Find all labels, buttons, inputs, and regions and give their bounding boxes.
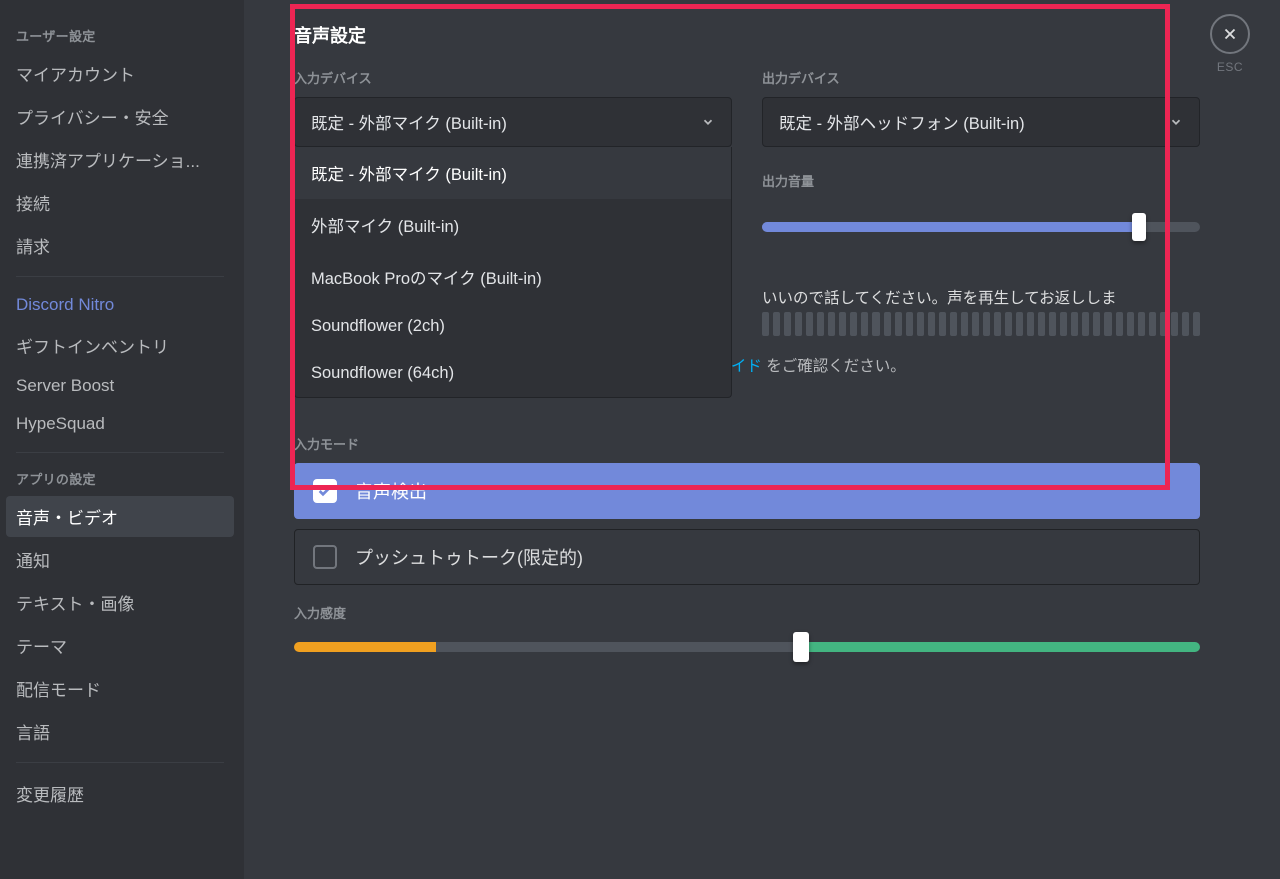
close-icon [1221, 25, 1239, 43]
output-volume-label: 出力音量 [762, 171, 1200, 190]
input-mode-label: 入力モード [294, 434, 1200, 453]
input-device-option[interactable]: 既定 - 外部マイク (Built-in) [295, 147, 731, 199]
slider-fill [762, 222, 1139, 232]
input-device-select[interactable]: 既定 - 外部マイク (Built-in) [294, 97, 732, 147]
checkbox-unchecked-icon [313, 545, 337, 569]
chevron-down-icon [701, 115, 715, 129]
sidebar-divider [16, 276, 224, 277]
sidebar-item-streamer-mode[interactable]: 配信モード [6, 668, 234, 709]
close-label: ESC [1210, 60, 1250, 74]
sensitivity-right-bar [801, 642, 1200, 652]
mic-test-vu-meter [762, 312, 1200, 336]
sidebar-item-appearance[interactable]: テーマ [6, 625, 234, 666]
sidebar-item-server-boost[interactable]: Server Boost [6, 368, 234, 404]
sidebar-item-billing[interactable]: 請求 [6, 225, 234, 266]
input-device-option[interactable]: Soundflower (2ch) [295, 303, 731, 350]
sidebar-item-gift-inventory[interactable]: ギフトインベントリ [6, 325, 234, 366]
input-sensitivity-slider[interactable] [294, 642, 1200, 652]
output-device-label: 出力デバイス [762, 68, 1200, 87]
sidebar-item-connections[interactable]: 接続 [6, 182, 234, 223]
sidebar-item-nitro[interactable]: Discord Nitro [6, 287, 234, 323]
sidebar-section-app: アプリの設定 [6, 463, 234, 494]
page-title: 音声設定 [294, 22, 1200, 48]
slider-thumb[interactable] [793, 632, 809, 662]
sidebar-item-account[interactable]: マイアカウント [6, 53, 234, 94]
chevron-down-icon [1169, 115, 1183, 129]
input-device-option[interactable]: Soundflower (64ch) [295, 350, 731, 397]
output-device-selected-value: 既定 - 外部ヘッドフォン (Built-in) [779, 110, 1025, 134]
slider-thumb[interactable] [1132, 213, 1146, 241]
sidebar-divider [16, 762, 224, 763]
input-mode-push-to-talk[interactable]: プッシュトゥトーク(限定的) [294, 529, 1200, 585]
mic-test-hint: いいので話してください。声を再生してお返ししま [762, 286, 1200, 308]
sidebar-item-hypesquad[interactable]: HypeSquad [6, 406, 234, 442]
sidebar-item-notifications[interactable]: 通知 [6, 539, 234, 580]
sidebar-item-changelog[interactable]: 変更履歴 [6, 773, 234, 814]
sensitivity-left-bar [294, 642, 801, 652]
close-button[interactable] [1210, 14, 1250, 54]
mode-label: 音声検出 [355, 478, 427, 504]
input-device-selected-value: 既定 - 外部マイク (Built-in) [311, 110, 507, 134]
settings-sidebar: ユーザー設定 マイアカウント プライバシー・安全 連携済アプリケーショ... 接… [0, 0, 244, 879]
sidebar-divider [16, 452, 224, 453]
input-sensitivity-label: 入力感度 [294, 603, 1200, 622]
checkbox-checked-icon [313, 479, 337, 503]
sidebar-item-privacy[interactable]: プライバシー・安全 [6, 96, 234, 137]
sidebar-item-text-images[interactable]: テキスト・画像 [6, 582, 234, 623]
output-device-select[interactable]: 既定 - 外部ヘッドフォン (Built-in) [762, 97, 1200, 147]
input-device-option[interactable]: MacBook Proのマイク (Built-in) [295, 251, 731, 303]
sidebar-item-language[interactable]: 言語 [6, 711, 234, 752]
settings-main: 音声設定 入力デバイス 既定 - 外部マイク (Built-in) 既定 - 外… [244, 0, 1280, 879]
input-device-label: 入力デバイス [294, 68, 732, 87]
input-device-option[interactable]: 外部マイク (Built-in) [295, 199, 731, 251]
input-device-dropdown: 既定 - 外部マイク (Built-in) 外部マイク (Built-in) M… [294, 147, 732, 398]
sidebar-item-voice-video[interactable]: 音声・ビデオ [6, 496, 234, 537]
mode-label: プッシュトゥトーク(限定的) [355, 544, 583, 570]
sidebar-item-connections-apps[interactable]: 連携済アプリケーショ... [6, 139, 234, 180]
input-mode-voice-activity[interactable]: 音声検出 [294, 463, 1200, 519]
output-volume-slider[interactable] [762, 222, 1200, 232]
sidebar-section-user: ユーザー設定 [6, 20, 234, 51]
close-settings: ESC [1210, 14, 1250, 74]
